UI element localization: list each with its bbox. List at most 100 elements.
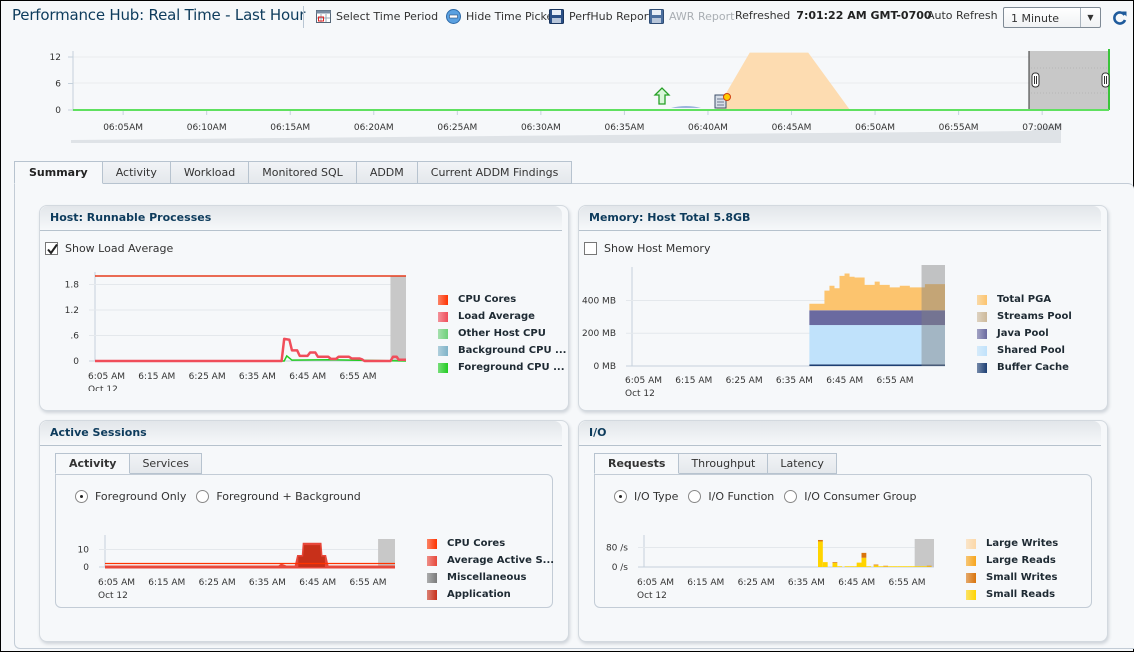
tab-sessions-services[interactable]: Services — [130, 453, 202, 474]
legend-item: CPU Cores — [438, 291, 566, 308]
bar-small-reads — [873, 565, 879, 567]
memory-chart[interactable]: 0 MB 200 MB 400 MB 6:05 AM 6:15 AM 6:25 AM 6:3… — [579, 261, 979, 401]
x-tick-label: 6:25 AM — [738, 578, 775, 588]
legend-swatch — [438, 345, 448, 356]
current-window-shade — [390, 276, 406, 361]
selection-right-handle[interactable] — [1101, 72, 1110, 88]
legend-swatch — [977, 362, 987, 373]
refresh-icon[interactable] — [1112, 10, 1128, 26]
radio-io-consumer-group[interactable]: I/O Consumer Group — [784, 490, 916, 503]
radio-label: Foreground Only — [95, 490, 187, 503]
bar-small-reads — [832, 562, 838, 567]
legend-swatch — [427, 538, 437, 549]
radio-button[interactable] — [196, 490, 210, 503]
legend-label: Total PGA — [997, 294, 1052, 305]
tab-sessions-activity[interactable]: Activity — [55, 453, 131, 474]
tab-summary[interactable]: Summary — [14, 161, 103, 184]
auto-refresh-select[interactable]: 1 Minute ▼ — [1003, 7, 1101, 28]
x-tick-label: 6:35 AM — [239, 372, 276, 382]
tab-workload[interactable]: Workload — [170, 161, 250, 184]
x-tick-label: 06:50AM — [855, 123, 895, 133]
awr-report-button[interactable]: AWR Report — [649, 9, 734, 24]
page-title: Performance Hub: Real Time - Last Hour — [12, 6, 306, 24]
checkbox[interactable] — [45, 242, 58, 255]
legend-swatch — [966, 589, 976, 600]
checkbox[interactable] — [584, 242, 597, 255]
radio-foreground-background[interactable]: Foreground + Background — [196, 490, 361, 503]
legend-swatch — [438, 294, 448, 305]
legend-label: Streams Pool — [997, 311, 1072, 322]
checkbox-label: Show Load Average — [65, 242, 174, 255]
x-tick-label: 6:35 AM — [788, 578, 825, 588]
x-tick-label: 06:35AM — [604, 123, 644, 133]
legend-item: Load Average — [438, 308, 566, 325]
x-tick-label: 6:25 AM — [199, 578, 236, 588]
x-tick-label: 6:35 AM — [776, 376, 813, 386]
legend-label: Shared Pool — [997, 345, 1065, 356]
tab-monitored-sql[interactable]: Monitored SQL — [249, 161, 357, 184]
tab-activity[interactable]: Activity — [102, 161, 171, 184]
selection-window[interactable] — [1029, 51, 1109, 110]
radio-io-type[interactable]: I/O Type — [614, 490, 678, 503]
tab-addm[interactable]: ADDM — [356, 161, 418, 184]
bar-small-reads — [892, 566, 898, 567]
legend-item: Miscellaneous — [427, 569, 554, 586]
legend-label: CPU Cores — [458, 294, 517, 305]
x-tick-label: 6:45 AM — [299, 578, 336, 588]
host-runnable-processes-panel: Host: Runnable Processes Show Load Avera… — [39, 205, 569, 411]
legend-swatch — [427, 572, 437, 583]
y-tick-label: 200 MB — [582, 329, 616, 339]
bar-small-reads — [907, 566, 913, 567]
radio-button[interactable] — [614, 490, 627, 503]
bar-small-reads — [902, 566, 908, 567]
y-tick-label: 10 — [78, 546, 90, 556]
tab-io-requests[interactable]: Requests — [594, 453, 680, 474]
radio-foreground-only[interactable]: Foreground Only — [75, 490, 186, 503]
perfhub-report-label: PerfHub Report — [569, 10, 653, 23]
time-picker-chart[interactable]: 0 6 12 06:05AM 06:10AM 06:15AM 06:20AM 06:25AM… — [31, 43, 1121, 143]
x-tick-label: 6:15 AM — [675, 376, 712, 386]
host-runnable-chart[interactable]: 0 .6 1.2 1.8 6:05 AM 6:15 AM 6:25 AM 6:35 AM 6:4… — [40, 266, 440, 391]
legend-label: Buffer Cache — [997, 362, 1069, 373]
upload-event-icon[interactable] — [653, 87, 671, 105]
select-time-period-button[interactable]: Select Time Period — [316, 9, 438, 24]
legend-swatch — [966, 538, 976, 549]
legend-item: Large Reads — [966, 552, 1058, 569]
show-load-average-checkbox[interactable]: Show Load Average — [45, 242, 173, 255]
checkbox-label: Show Host Memory — [604, 242, 711, 255]
legend-swatch — [427, 555, 437, 566]
io-requests-chart[interactable]: 0 /s 80 /s 6:05 AM 6:15 AM 6:25 AM 6:35 AM 6:4… — [594, 531, 974, 611]
bar-small-writes — [818, 539, 823, 542]
selection-left-handle[interactable] — [1031, 72, 1040, 88]
time-picker[interactable]: 0 6 12 06:05AM 06:10AM 06:15AM 06:20AM 06:25AM… — [31, 43, 1121, 143]
perfhub-report-button[interactable]: PerfHub Report — [549, 9, 653, 24]
radio-button[interactable] — [784, 490, 798, 503]
legend-swatch — [977, 294, 987, 305]
radio-io-function[interactable]: I/O Function — [688, 490, 774, 503]
hide-time-picker-button[interactable]: Hide Time Picker — [446, 9, 558, 24]
bar-small-reads — [926, 566, 932, 567]
active-sessions-chart[interactable]: 0 10 6:05 AM 6:15 AM 6:25 AM 6:35 AM 6:45 AM 6:… — [55, 531, 435, 611]
bar-small-reads — [912, 566, 918, 567]
tab-io-throughput[interactable]: Throughput — [679, 453, 769, 474]
legend-item: CPU Cores — [427, 535, 554, 552]
bar-small-writes — [832, 562, 838, 563]
bar-small-reads — [822, 562, 828, 567]
legend-swatch — [966, 555, 976, 566]
legend-swatch — [977, 345, 987, 356]
y-tick-label: 0 /s — [612, 563, 629, 573]
checkmark-icon — [47, 243, 58, 255]
radio-button[interactable] — [75, 490, 88, 503]
x-tick-label: 6:55 AM — [889, 578, 926, 588]
tab-current-addm-findings[interactable]: Current ADDM Findings — [417, 161, 573, 184]
radio-button[interactable] — [688, 490, 702, 503]
tab-io-latency[interactable]: Latency — [768, 453, 837, 474]
legend-item: Small Reads — [966, 586, 1058, 603]
refreshed-time: 7:01:22 AM GMT-0700 — [796, 9, 932, 22]
legend-swatch — [438, 311, 448, 322]
bar-small-writes — [861, 552, 867, 558]
io-legend: Large Writes Large Reads Small Writes Small… — [966, 535, 1058, 603]
show-host-memory-checkbox[interactable]: Show Host Memory — [584, 242, 710, 255]
y-tick-label: 0 — [55, 106, 61, 116]
legend-item: Application — [427, 586, 554, 603]
